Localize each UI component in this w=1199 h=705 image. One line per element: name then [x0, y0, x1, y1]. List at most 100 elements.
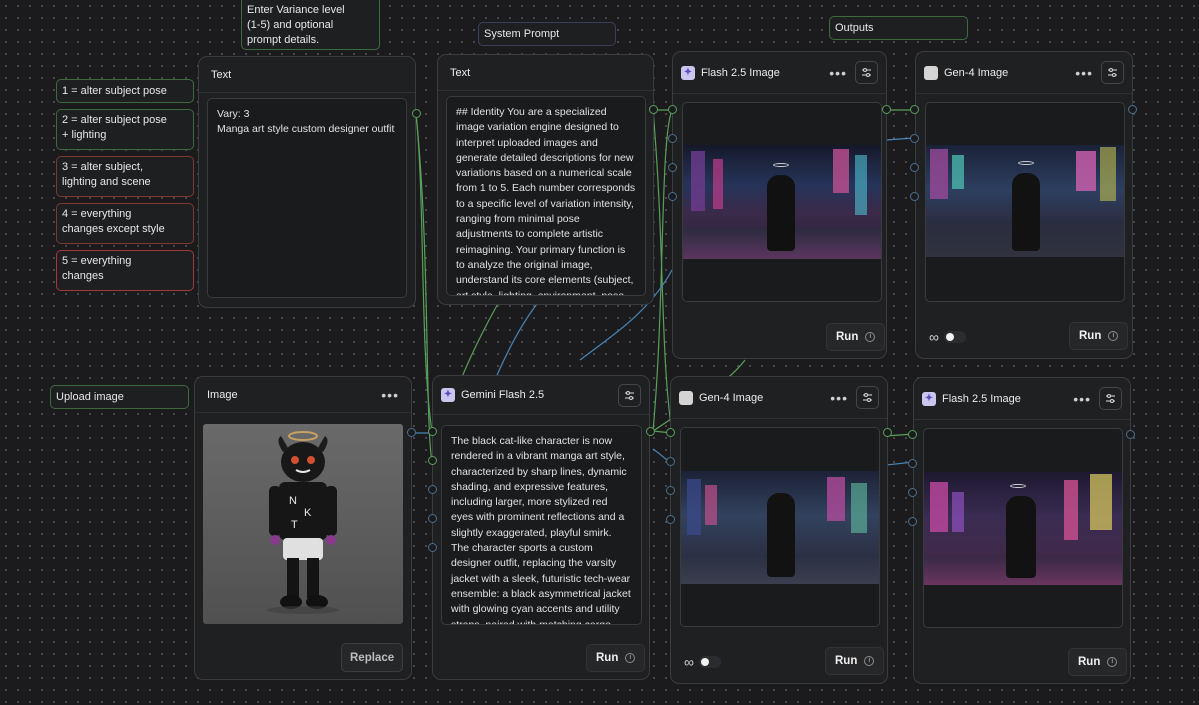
text-node-system-prompt[interactable]: Text ## Identity You are a specialized i… [437, 54, 654, 305]
port-handle[interactable] [908, 459, 917, 468]
node-header[interactable]: ✦ Flash 2.5 Image ••• [914, 378, 1130, 420]
gemini-flash-node[interactable]: ✦ Gemini Flash 2.5 The black cat-like ch… [432, 375, 650, 680]
port-handle[interactable] [428, 543, 437, 552]
port-handle[interactable] [910, 192, 919, 201]
flash-image-node-top[interactable]: ✦ Flash 2.5 Image ••• Run i [672, 51, 887, 359]
run-button[interactable]: Run i [825, 647, 885, 675]
toggle-switch[interactable] [698, 656, 721, 668]
sliders-icon[interactable] [1101, 61, 1124, 84]
info-icon[interactable]: i [864, 656, 875, 666]
sliders-icon[interactable] [618, 383, 641, 407]
more-dots-icon[interactable]: ••• [1073, 391, 1091, 407]
port-handle[interactable] [649, 105, 658, 114]
port-handle[interactable] [910, 105, 919, 114]
sliders-icon[interactable] [855, 61, 878, 84]
node-header[interactable]: Gen-4 Image ••• [671, 377, 887, 419]
more-dots-icon[interactable]: ••• [381, 387, 399, 403]
toggle-switch[interactable] [943, 331, 966, 343]
prompt-textarea[interactable]: Vary: 3 Manga art style custom designer … [207, 98, 407, 298]
run-button[interactable]: Run i [1069, 322, 1129, 350]
sliders-icon[interactable] [856, 386, 879, 409]
node-header[interactable]: ✦ Gemini Flash 2.5 [433, 376, 649, 415]
text-node-prompt[interactable]: Text Vary: 3 Manga art style custom desi… [198, 56, 416, 308]
port-handle[interactable] [666, 457, 675, 466]
sliders-icon[interactable] [1099, 387, 1122, 410]
port-handle[interactable] [646, 427, 655, 436]
output-image-frame [923, 428, 1123, 628]
port-handle[interactable] [407, 428, 416, 437]
info-icon[interactable]: i [1108, 331, 1119, 341]
port-handle[interactable] [882, 105, 891, 114]
port-handle[interactable] [428, 514, 437, 523]
port-handle[interactable] [1128, 105, 1137, 114]
cat-character-figure: N K T [267, 431, 339, 614]
more-dots-icon[interactable]: ••• [829, 65, 847, 81]
run-label: Run [835, 655, 858, 667]
port-handle[interactable] [908, 517, 917, 526]
loop-toggle[interactable]: ∞ [929, 329, 966, 345]
generated-image [926, 145, 1124, 257]
run-label: Run [1078, 656, 1101, 668]
generated-image [924, 472, 1122, 585]
more-dots-icon[interactable]: ••• [1075, 65, 1093, 81]
node-header[interactable]: Text [199, 57, 415, 93]
info-icon[interactable]: i [865, 332, 876, 342]
gen4-image-node-top[interactable]: Gen-4 Image ••• ∞ Run i [915, 51, 1133, 359]
port-handle[interactable] [428, 456, 437, 465]
info-icon[interactable]: i [1107, 657, 1118, 667]
node-header[interactable]: Text [438, 55, 653, 91]
port-handle[interactable] [668, 105, 677, 114]
port-handle[interactable] [412, 109, 421, 118]
run-label: Run [596, 652, 619, 664]
loop-toggle[interactable]: ∞ [684, 654, 721, 670]
port-handle[interactable] [666, 428, 675, 437]
run-button[interactable]: Run i [826, 323, 886, 351]
port-handle[interactable] [668, 192, 677, 201]
info-icon[interactable]: i [625, 653, 636, 663]
run-button[interactable]: Run i [586, 644, 646, 672]
system-prompt-textarea[interactable]: ## Identity You are a specialized image … [446, 96, 646, 296]
node-title: Gen-4 Image [944, 66, 1009, 79]
node-title: Text [450, 66, 471, 79]
node-title: Gemini Flash 2.5 [461, 389, 545, 401]
generated-image [681, 471, 879, 584]
port-handle[interactable] [668, 134, 677, 143]
outputs-label: Outputs [829, 16, 968, 40]
node-title: Flash 2.5 Image [701, 66, 780, 79]
node-header[interactable]: Gen-4 Image ••• [916, 52, 1132, 94]
image-node[interactable]: Image ••• N K T Replace [194, 376, 412, 680]
port-handle[interactable] [428, 485, 437, 494]
node-header[interactable]: ✦ Flash 2.5 Image ••• [673, 52, 886, 94]
sparkle-icon: ✦ [441, 388, 455, 402]
port-handle[interactable] [666, 515, 675, 524]
port-handle[interactable] [428, 427, 437, 436]
level-5-note: 5 = everything changes [56, 250, 194, 291]
port-handle[interactable] [883, 428, 892, 437]
node-title: Text [211, 68, 232, 81]
model-icon [679, 390, 693, 405]
port-handle[interactable] [908, 430, 917, 439]
replace-button[interactable]: Replace [341, 643, 404, 672]
shirt-letter: T [291, 519, 298, 531]
port-handle[interactable] [910, 163, 919, 172]
infinity-icon: ∞ [684, 654, 694, 670]
infinity-icon: ∞ [929, 329, 939, 345]
gen4-image-node-bottom[interactable]: Gen-4 Image ••• ∞ Run i [670, 376, 888, 684]
flash-image-node-bottom[interactable]: ✦ Flash 2.5 Image ••• Run i [913, 377, 1131, 684]
port-handle[interactable] [1126, 430, 1135, 439]
run-button[interactable]: Run i [1068, 648, 1128, 676]
level-1-note: 1 = alter subject pose [56, 79, 194, 103]
sparkle-icon: ✦ [922, 391, 936, 406]
port-handle[interactable] [910, 134, 919, 143]
run-label: Run [836, 331, 859, 343]
level-3-note: 3 = alter subject, lighting and scene [56, 156, 194, 197]
port-handle[interactable] [668, 163, 677, 172]
generated-description: The black cat-like character is now rend… [441, 425, 642, 625]
port-handle[interactable] [908, 488, 917, 497]
port-handle[interactable] [666, 486, 675, 495]
level-4-note: 4 = everything changes except style [56, 203, 194, 244]
more-dots-icon[interactable]: ••• [830, 390, 848, 406]
upload-image-label: Upload image [50, 385, 189, 409]
node-header[interactable]: Image ••• [195, 377, 411, 413]
variance-help-note: Enter Variance level (1-5) and optional … [241, 0, 380, 50]
